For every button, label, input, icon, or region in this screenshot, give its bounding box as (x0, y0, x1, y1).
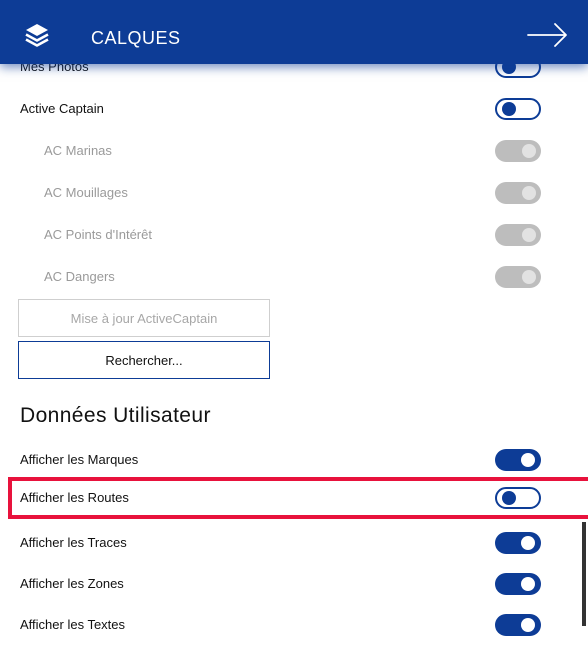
scrollbar[interactable] (582, 522, 586, 626)
layer-row-traces: Afficher les Traces (0, 522, 588, 564)
layer-row-zones: Afficher les Zones (0, 563, 588, 605)
layer-label: Active Captain (20, 101, 104, 116)
layer-row-marques: Afficher les Marques (0, 439, 588, 481)
toggle-knob (521, 453, 535, 467)
toggle-knob (522, 186, 536, 200)
toggle-knob (522, 270, 536, 284)
ac-marinas-toggle[interactable] (495, 140, 541, 162)
toggle-knob (521, 536, 535, 550)
layer-row-textes: Afficher les Textes (0, 604, 588, 646)
arrow-right-icon[interactable] (526, 22, 570, 48)
layer-row-ac-marinas: AC Marinas (0, 130, 588, 172)
marques-toggle[interactable] (495, 449, 541, 471)
app-header: CALQUES (0, 0, 588, 64)
toggle-knob (502, 102, 516, 116)
layer-row-ac-mouillages: AC Mouillages (0, 172, 588, 214)
toggle-knob (522, 144, 536, 158)
search-button[interactable]: Rechercher... (18, 341, 270, 379)
ac-points-interet-toggle[interactable] (495, 224, 541, 246)
ac-mouillages-toggle[interactable] (495, 182, 541, 204)
textes-toggle[interactable] (495, 614, 541, 636)
toggle-knob (521, 577, 535, 591)
layers-icon[interactable] (24, 22, 50, 48)
highlight-frame (8, 477, 588, 519)
toggle-knob (522, 228, 536, 242)
layer-label: AC Dangers (44, 269, 115, 284)
layer-label: AC Points d'Intérêt (44, 227, 152, 242)
section-title-user-data: Données Utilisateur (20, 404, 211, 427)
zones-toggle[interactable] (495, 573, 541, 595)
panel-title: CALQUES (91, 28, 181, 48)
toggle-knob (521, 618, 535, 632)
layer-label: AC Marinas (44, 143, 112, 158)
layer-row-ac-points-interet: AC Points d'Intérêt (0, 214, 588, 256)
layer-row-ac-dangers: AC Dangers (0, 256, 588, 298)
layer-label: Afficher les Traces (20, 535, 127, 550)
layer-row-active-captain: Active Captain (0, 88, 588, 130)
ac-dangers-toggle[interactable] (495, 266, 541, 288)
active-captain-toggle[interactable] (495, 98, 541, 120)
traces-toggle[interactable] (495, 532, 541, 554)
update-activecaptain-button[interactable]: Mise à jour ActiveCaptain (18, 299, 270, 337)
layer-label: Afficher les Zones (20, 576, 124, 591)
layer-label: Afficher les Textes (20, 617, 126, 632)
layer-label: Afficher les Marques (20, 452, 139, 467)
layer-label: AC Mouillages (44, 185, 128, 200)
